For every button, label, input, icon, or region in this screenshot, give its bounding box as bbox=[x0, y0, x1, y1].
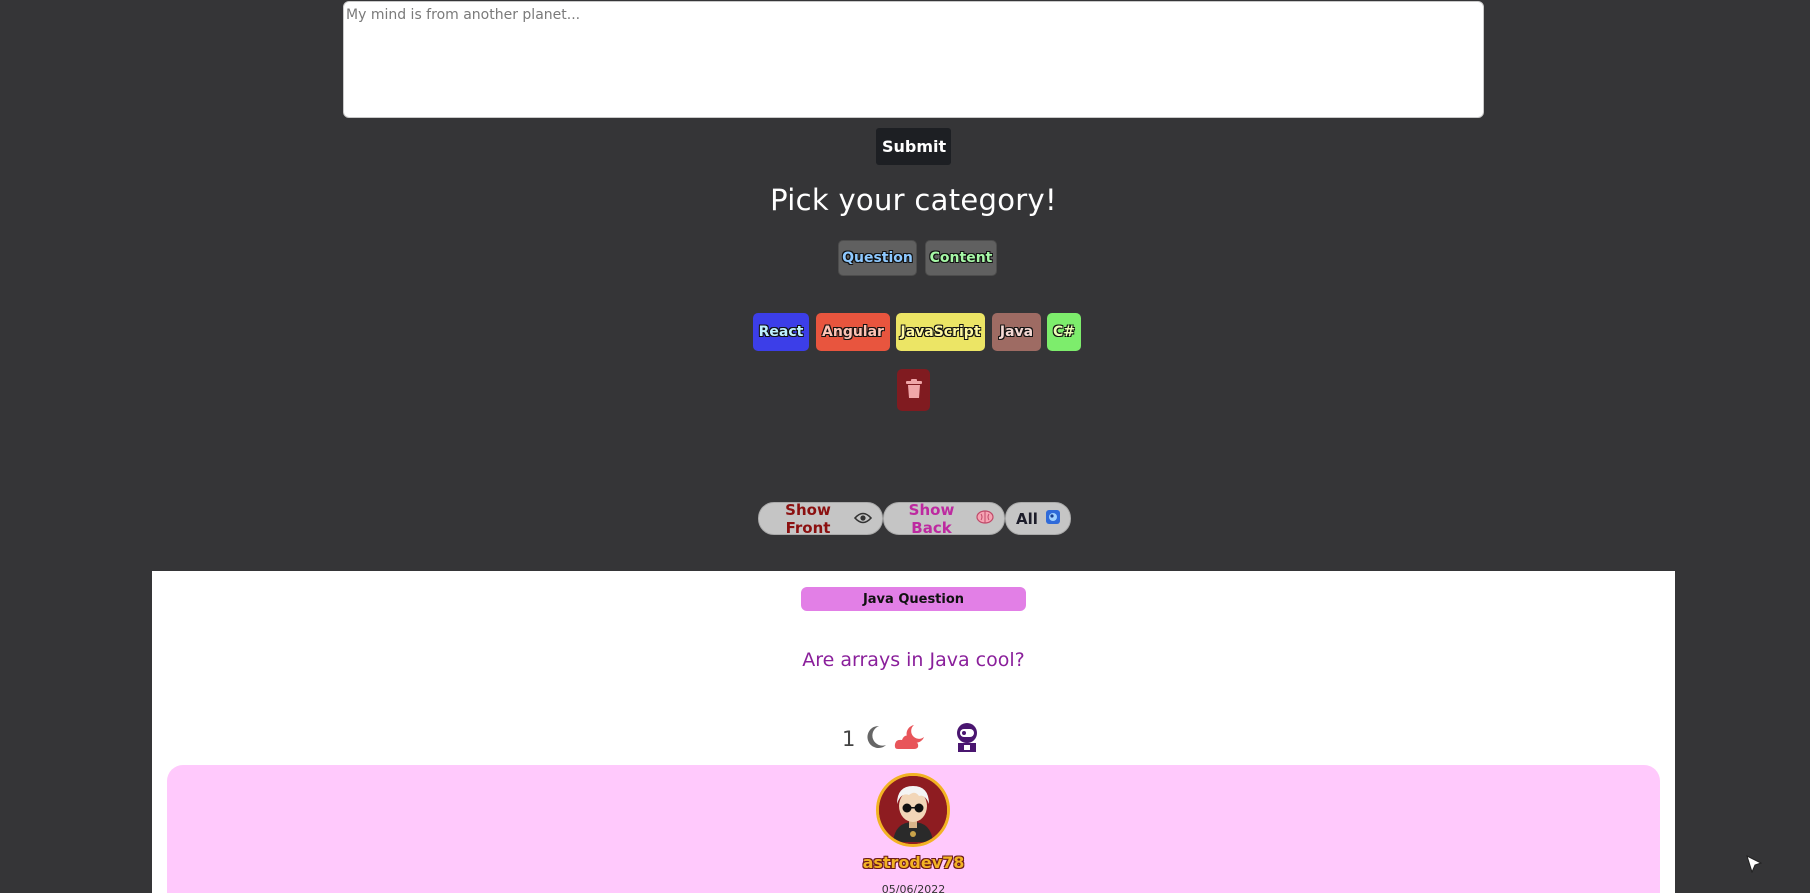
avatar[interactable] bbox=[876, 773, 950, 847]
eye-icon bbox=[853, 510, 873, 528]
vote-count: 1 bbox=[842, 727, 856, 751]
brain-icon bbox=[976, 509, 994, 528]
category-question-button[interactable]: Question bbox=[838, 240, 917, 276]
show-front-label: Show Front bbox=[785, 500, 831, 537]
show-back-button[interactable]: Show Back bbox=[883, 500, 1005, 537]
clear-tags-button[interactable] bbox=[897, 369, 930, 411]
tag-angular-button[interactable]: Angular bbox=[816, 313, 890, 351]
side-filter-group: Show Front Show Back All bbox=[758, 500, 1071, 537]
category-content-button[interactable]: Content bbox=[925, 240, 997, 276]
tag-javascript-button[interactable]: JavaScript bbox=[896, 313, 985, 351]
gem-icon bbox=[1045, 509, 1061, 529]
answer-panel: astrodev78 05/06/2022 bbox=[167, 765, 1660, 893]
submit-button[interactable]: Submit bbox=[876, 128, 951, 165]
moon-icon[interactable] bbox=[864, 724, 888, 754]
show-all-button[interactable]: All bbox=[1005, 502, 1071, 535]
cloud-moon-icon[interactable] bbox=[894, 723, 926, 755]
tag-react-button[interactable]: React bbox=[753, 313, 809, 351]
astronaut-icon[interactable] bbox=[952, 721, 982, 757]
post-textarea[interactable] bbox=[343, 1, 1484, 118]
category-title: Pick your category! bbox=[770, 183, 1057, 217]
tag-java-button[interactable]: Java bbox=[992, 313, 1041, 351]
mouse-cursor-icon bbox=[1746, 855, 1763, 877]
tag-csharp-button[interactable]: C# bbox=[1047, 313, 1081, 351]
post-question: Are arrays in Java cool? bbox=[802, 649, 1025, 671]
post-category-badge: Java Question bbox=[801, 587, 1026, 611]
post-card: Java Question Are arrays in Java cool? 1 bbox=[152, 571, 1675, 893]
answer-username[interactable]: astrodev78 bbox=[167, 853, 1660, 872]
post-meta-row: 1 bbox=[842, 721, 982, 757]
show-back-label: Show Back bbox=[908, 500, 955, 537]
answer-date: 05/06/2022 bbox=[881, 883, 946, 893]
page: Submit Pick your category! Question Cont… bbox=[0, 0, 1810, 893]
show-front-button[interactable]: Show Front bbox=[758, 500, 883, 537]
trash-icon bbox=[905, 378, 923, 402]
show-all-label: All bbox=[1016, 509, 1038, 528]
